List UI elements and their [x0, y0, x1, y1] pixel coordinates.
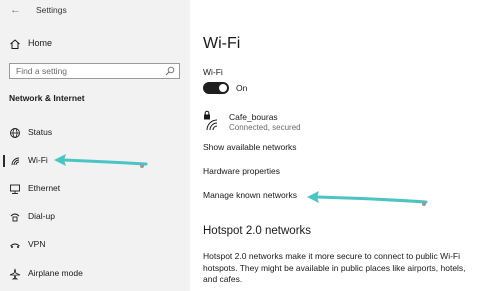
- wifi-toggle[interactable]: [203, 82, 229, 94]
- section-header: Network & Internet: [9, 93, 85, 103]
- toggle-state-text: On: [236, 83, 248, 93]
- sidebar-item-label: Wi-Fi: [28, 155, 48, 165]
- annotation-arrow-wifi: [54, 154, 148, 168]
- back-arrow-icon[interactable]: ←: [10, 4, 24, 16]
- sidebar-item-label: Status: [28, 127, 53, 137]
- sidebar-item-ethernet[interactable]: Ethernet: [0, 179, 190, 199]
- connected-network[interactable]: Cafe_bouras Connected, secured: [203, 110, 403, 136]
- home-nav-item[interactable]: Home: [0, 34, 190, 54]
- show-available-networks-link[interactable]: Show available networks: [203, 142, 297, 152]
- wifi-icon: [11, 157, 20, 166]
- sidebar-item-vpn[interactable]: VPN: [0, 235, 190, 255]
- airplane-icon: [9, 268, 21, 280]
- search-icon: [165, 66, 175, 76]
- sidebar-item-label: Ethernet: [28, 183, 61, 193]
- search-placeholder: Find a setting: [16, 66, 68, 76]
- ethernet-icon: [10, 184, 20, 194]
- manage-known-networks-link[interactable]: Manage known networks: [203, 190, 297, 200]
- vpn-icon: [10, 243, 20, 248]
- main-content: Wi-Fi Wi-Fi On Cafe_bouras Connected, se…: [190, 0, 479, 291]
- title-bar: ← Settings: [0, 0, 190, 22]
- search-input[interactable]: Find a setting: [9, 63, 180, 79]
- hardware-properties-link[interactable]: Hardware properties: [203, 166, 280, 176]
- page-title: Wi-Fi: [203, 35, 241, 52]
- sidebar: ← Settings Home Find a setting Network &…: [0, 0, 190, 291]
- sidebar-item-status[interactable]: Status: [0, 123, 190, 143]
- hotspot-heading: Hotspot 2.0 networks: [203, 225, 312, 237]
- home-label: Home: [28, 38, 53, 48]
- hotspot-description: Hotspot 2.0 networks make it more secure…: [203, 251, 466, 284]
- network-name: Cafe_bouras: [229, 112, 278, 122]
- home-icon: [10, 39, 20, 49]
- dialup-icon: [10, 213, 20, 222]
- wifi-toggle-label: Wi-Fi: [203, 67, 223, 77]
- sidebar-item-airplane-mode[interactable]: Airplane mode: [0, 264, 190, 284]
- network-status: Connected, secured: [229, 123, 301, 132]
- globe-icon: [10, 128, 20, 138]
- sidebar-item-label: VPN: [28, 239, 46, 249]
- sidebar-item-label: Airplane mode: [28, 268, 83, 278]
- wifi-signal-icon: [206, 119, 218, 131]
- app-title: Settings: [36, 5, 67, 15]
- sidebar-item-label: Dial-up: [28, 211, 55, 221]
- sidebar-item-dialup[interactable]: Dial-up: [0, 207, 190, 227]
- annotation-arrow-manage-networks: [307, 191, 428, 206]
- toggle-knob: [219, 84, 227, 92]
